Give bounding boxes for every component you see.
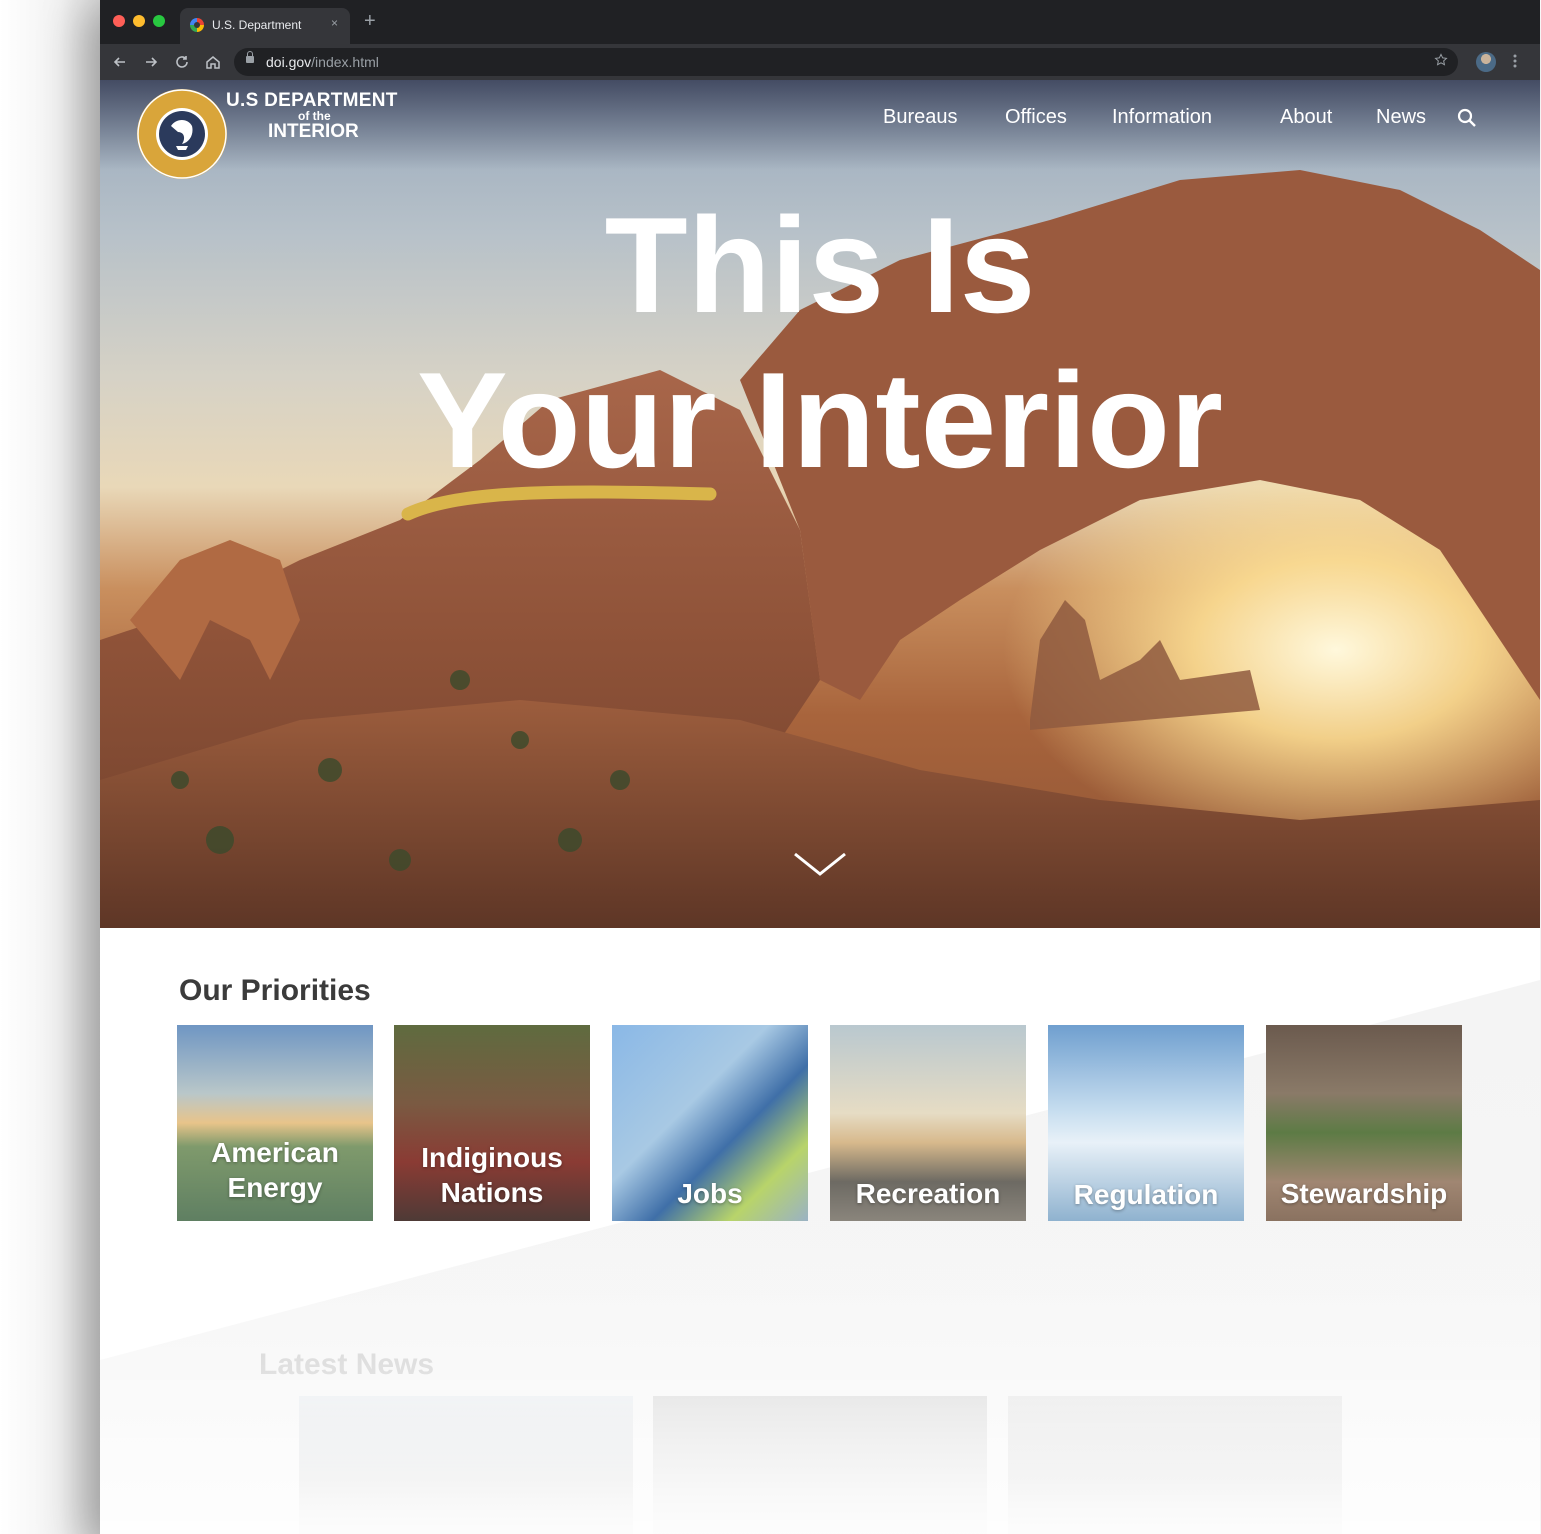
close-window-button[interactable] — [113, 15, 125, 27]
priority-card-label: Stewardship — [1280, 1178, 1448, 1209]
maximize-window-button[interactable] — [153, 15, 165, 27]
more-menu-icon[interactable] — [1512, 51, 1518, 71]
priority-card-recreation[interactable]: Recreation — [830, 1025, 1026, 1221]
home-icon[interactable] — [203, 52, 223, 72]
priority-card-indiginous-nations[interactable]: Indiginous Nations — [394, 1025, 590, 1221]
browser-tab-bar: U.S. Department × + — [100, 0, 1540, 44]
news-card[interactable] — [299, 1396, 633, 1534]
underline-swoosh — [401, 485, 717, 521]
priority-card-label: Regulation — [1073, 1179, 1219, 1210]
news-card[interactable] — [653, 1396, 987, 1534]
nav-offices[interactable]: Offices — [1005, 106, 1067, 129]
nav-about[interactable]: About — [1280, 106, 1332, 129]
priority-card-jobs[interactable]: Jobs — [612, 1025, 808, 1221]
url-text[interactable]: doi.gov/index.html — [266, 54, 379, 70]
nav-information[interactable]: Information — [1112, 106, 1212, 129]
priority-card-label: Indiginous Nations — [421, 1142, 563, 1208]
doi-seal-logo[interactable] — [136, 88, 228, 180]
arrow-left-icon[interactable] — [110, 52, 130, 72]
tab-title: U.S. Department — [212, 18, 302, 32]
star-icon[interactable] — [1434, 53, 1448, 67]
priority-card-label: Recreation — [855, 1178, 1001, 1209]
priority-card-stewardship[interactable]: Stewardship — [1266, 1025, 1462, 1221]
hero-headline-line1: This Is — [604, 189, 1036, 341]
browser-toolbar: doi.gov/index.html — [100, 44, 1540, 80]
nav-bureaus[interactable]: Bureaus — [883, 106, 958, 129]
window-shadow — [0, 0, 100, 1534]
lock-icon — [246, 51, 254, 63]
nav-news[interactable]: News — [1376, 106, 1426, 129]
google-favicon-icon — [190, 18, 204, 32]
hero-section: U.S DEPARTMENT of the INTERIOR Bureaus O… — [100, 80, 1540, 928]
hero-headline-line2: Your Interior — [417, 344, 1223, 496]
address-bar[interactable]: doi.gov/index.html — [234, 48, 1458, 76]
tab-close-icon[interactable]: × — [331, 16, 338, 30]
arrow-right-icon[interactable] — [141, 52, 161, 72]
minimize-window-button[interactable] — [133, 15, 145, 27]
priority-card-label: American Energy — [211, 1137, 339, 1203]
priority-card-label: Jobs — [677, 1178, 743, 1209]
search-icon[interactable] — [1457, 108, 1477, 128]
new-tab-button[interactable]: + — [364, 11, 376, 31]
reload-icon[interactable] — [172, 52, 192, 72]
chevron-down-icon[interactable] — [792, 850, 848, 880]
priorities-title: Our Priorities — [179, 974, 371, 1007]
priority-card-american-energy[interactable]: American Energy — [177, 1025, 373, 1221]
news-card[interactable] — [1008, 1396, 1342, 1534]
browser-window: U.S. Department × + doi.gov/index.html U… — [100, 0, 1540, 1534]
profile-avatar[interactable] — [1476, 52, 1496, 72]
latest-news-title: Latest News — [259, 1348, 435, 1381]
browser-tab[interactable]: U.S. Department × — [180, 8, 350, 44]
site-name-line3[interactable]: INTERIOR — [268, 121, 359, 143]
priority-card-regulation[interactable]: Regulation — [1048, 1025, 1244, 1221]
